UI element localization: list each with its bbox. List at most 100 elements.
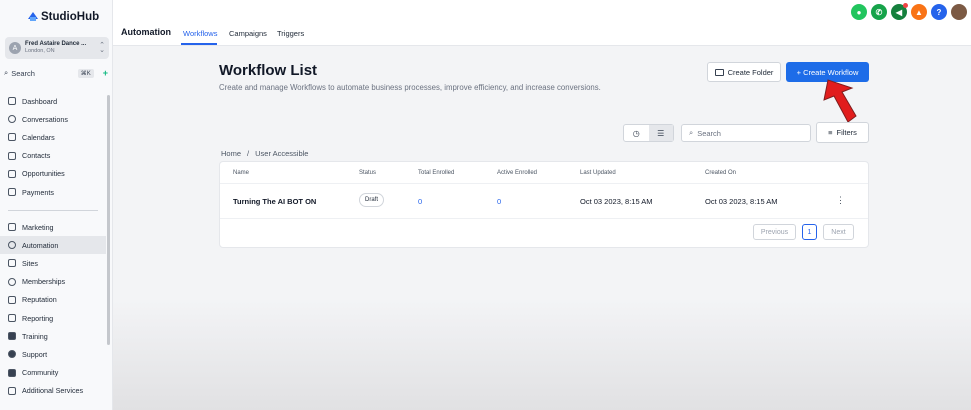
payment-icon — [8, 188, 16, 197]
column-header-status: Status — [359, 170, 377, 176]
workflow-name-link[interactable]: Turning The AI BOT ON — [233, 197, 316, 206]
bottom-shadow-overlay — [113, 300, 971, 410]
workflow-table: Name Status Total Enrolled Active Enroll… — [219, 161, 869, 248]
sidebar-item-label: Memberships — [22, 277, 66, 287]
sidebar: StudioHub A Fred Astaire Dance ... Londo… — [0, 0, 113, 410]
megaphone-icon[interactable]: ◀ — [891, 3, 908, 20]
community-icon — [8, 368, 16, 377]
account-switcher[interactable]: A Fred Astaire Dance ... London, ON ⌃ ⌄ — [5, 37, 109, 59]
chart-icon — [8, 314, 16, 323]
chevron-updown-icon: ⌃ ⌄ — [99, 42, 105, 54]
sidebar-item-label: Opportunities — [22, 169, 65, 179]
sidebar-item-label: Marketing — [22, 222, 54, 232]
chat-icon — [8, 115, 16, 124]
sidebar-item-label: Additional Services — [22, 386, 84, 396]
breadcrumb: Home / User Accessible — [221, 149, 308, 158]
account-avatar: A — [9, 42, 21, 54]
pagination-previous-button[interactable]: Previous — [753, 224, 796, 240]
filter-icon: ≡ — [828, 128, 833, 137]
sidebar-item-label: Contacts — [22, 151, 51, 161]
sidebar-nav-primary: Dashboard Conversations Calendars Contac… — [0, 92, 106, 201]
sidebar-item-memberships[interactable]: Memberships — [0, 273, 106, 291]
create-folder-label: Create Folder — [727, 67, 774, 77]
sidebar-item-support[interactable]: Support — [0, 345, 106, 363]
workflow-search-input[interactable]: ⌕ Search — [681, 124, 811, 142]
sidebar-item-label: Reputation — [22, 295, 57, 305]
sidebar-item-dashboard[interactable]: Dashboard — [0, 92, 106, 110]
sidebar-item-label: Community — [22, 368, 59, 378]
profile-avatar-icon[interactable] — [951, 4, 967, 20]
sidebar-item-additional-services[interactable]: Additional Services — [0, 382, 106, 400]
column-header-name: Name — [233, 170, 250, 176]
star-icon — [8, 295, 16, 304]
sidebar-item-conversations[interactable]: Conversations — [0, 110, 106, 128]
sidebar-item-contacts[interactable]: Contacts — [0, 147, 106, 165]
sidebar-item-label: Dashboard — [22, 96, 58, 106]
filters-label: Filters — [836, 128, 857, 137]
sidebar-item-reputation[interactable]: Reputation — [0, 291, 106, 309]
sidebar-item-training[interactable]: Training — [0, 327, 106, 345]
tab-campaigns[interactable]: Campaigns — [229, 29, 267, 38]
total-enrolled-link[interactable]: 0 — [418, 197, 422, 206]
app-name: StudioHub — [41, 11, 100, 23]
filters-button[interactable]: ≡ Filters — [816, 122, 869, 143]
clock-icon[interactable]: ◷ — [624, 125, 649, 141]
sidebar-item-sites[interactable]: Sites — [0, 254, 106, 272]
search-shortcut: ⌘K — [77, 68, 94, 78]
page-title: Workflow List — [219, 62, 318, 79]
notification-dot — [903, 3, 908, 8]
quick-add-icon[interactable]: + — [103, 68, 108, 78]
sidebar-search[interactable]: ⌕ Search ⌘K + — [4, 66, 108, 80]
pagination-page-1[interactable]: 1 — [802, 224, 817, 240]
dashboard-icon — [8, 97, 16, 106]
search-icon: ⌕ — [4, 68, 9, 77]
help-icon[interactable]: ? — [931, 4, 947, 20]
send-icon — [8, 223, 16, 232]
bell-icon[interactable]: ▲ — [911, 4, 927, 20]
list-view-icon[interactable]: ☰ — [648, 125, 673, 141]
sidebar-scrollbar[interactable] — [107, 95, 110, 345]
sidebar-item-label: Reporting — [22, 313, 54, 323]
sidebar-item-label: Calendars — [22, 132, 55, 142]
active-enrolled-link[interactable]: 0 — [497, 197, 501, 206]
sidebar-item-automation[interactable]: Automation — [0, 236, 106, 255]
pagination-next-button[interactable]: Next — [823, 224, 854, 240]
account-name: Fred Astaire Dance ... — [25, 41, 87, 47]
phone-icon[interactable]: ✆ — [871, 4, 887, 20]
column-header-active-enrolled: Active Enrolled — [497, 170, 538, 176]
created-on-value: Oct 03 2023, 8:15 AM — [705, 197, 778, 206]
red-arrow-annotation — [823, 79, 857, 123]
header-divider — [220, 183, 868, 184]
contacts-icon — [8, 151, 16, 160]
tab-workflows[interactable]: Workflows — [183, 29, 217, 38]
more-options-icon[interactable]: ⋮ — [836, 195, 845, 206]
user-icon[interactable]: ● — [851, 4, 867, 20]
sidebar-divider — [8, 210, 98, 211]
breadcrumb-separator: / — [247, 149, 250, 158]
create-workflow-label: + Create Workflow — [796, 67, 859, 77]
column-header-total-enrolled: Total Enrolled — [418, 170, 455, 176]
folder-icon — [714, 68, 724, 76]
sidebar-item-calendars[interactable]: Calendars — [0, 128, 106, 146]
membership-icon — [8, 277, 16, 286]
search-icon: ⌕ — [689, 128, 694, 137]
logo-icon — [28, 12, 38, 22]
last-updated-value: Oct 03 2023, 8:15 AM — [580, 197, 653, 206]
sidebar-item-community[interactable]: Community — [0, 364, 106, 382]
funnel-icon — [8, 169, 16, 178]
row-divider — [220, 218, 868, 219]
header-actions: ● ✆ ◀ ▲ ? — [851, 3, 967, 20]
column-header-created-on: Created On — [705, 170, 737, 176]
create-folder-button[interactable]: Create Folder — [707, 62, 781, 82]
sidebar-item-payments[interactable]: Payments — [0, 183, 106, 201]
sidebar-item-label: Payments — [22, 187, 54, 197]
sidebar-item-label: Support — [22, 349, 48, 359]
sidebar-item-reporting[interactable]: Reporting — [0, 309, 106, 327]
breadcrumb-home[interactable]: Home — [221, 149, 241, 158]
support-icon — [8, 350, 16, 359]
sidebar-item-opportunities[interactable]: Opportunities — [0, 165, 106, 183]
app-logo[interactable]: StudioHub — [28, 11, 99, 23]
tab-triggers[interactable]: Triggers — [277, 29, 304, 38]
breadcrumb-current: User Accessible — [255, 149, 309, 158]
sidebar-item-marketing[interactable]: Marketing — [0, 218, 106, 236]
